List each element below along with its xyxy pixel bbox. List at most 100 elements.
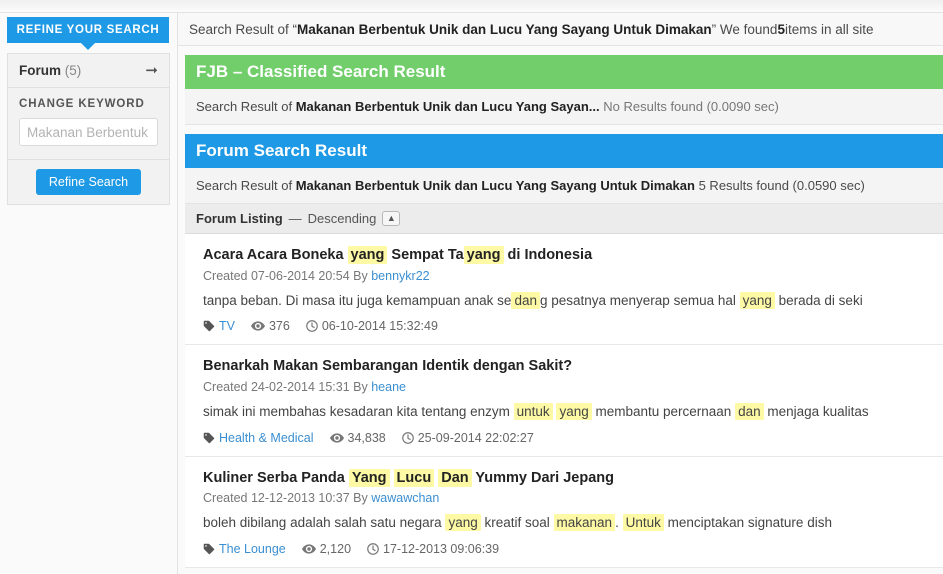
- result-snippet-text: menjaga kualitas: [763, 404, 869, 420]
- result-snippet-text: simak ini membahas kesadaran kita tentan…: [203, 404, 514, 420]
- result-snippet-highlight: dan: [511, 291, 540, 309]
- fjb-panel-title: FJB – Classified Search Result: [196, 62, 446, 81]
- result-by-label: By: [353, 268, 368, 283]
- forum-sub-prefix: Search Result of: [196, 178, 296, 193]
- result-created-label: Created: [203, 380, 248, 395]
- fjb-panel: FJB – Classified Search Result Search Re…: [185, 55, 943, 125]
- search-summary-count: 5: [777, 21, 785, 37]
- forum-listing-separator: —: [288, 211, 302, 226]
- result-created-line: Created 24-02-2014 15:31 By heane: [203, 380, 939, 394]
- forum-listing-label: Forum Listing: [196, 211, 283, 226]
- result-author-link[interactable]: wawawchan: [371, 491, 439, 505]
- result-snippet-highlight: Untuk: [622, 514, 664, 532]
- search-summary-suffix: items in all site: [784, 21, 874, 37]
- result-title-highlight: Yang: [348, 468, 390, 487]
- result-views: 376: [250, 319, 290, 333]
- filter-panel: Forum (5) ➞ CHANGE KEYWORD Refine Search: [7, 53, 170, 205]
- arrow-right-icon: ➞: [145, 62, 158, 79]
- result-item: Kuliner Serba Panda Yang Lucu Dan Yummy …: [185, 456, 943, 569]
- forum-listing-order: Descending: [307, 211, 377, 226]
- result-title-text: di Indonesia: [503, 247, 593, 263]
- result-snippet-highlight: yang: [445, 514, 481, 532]
- result-snippet-text: tanpa beban. Di masa itu juga kemampuan …: [203, 292, 512, 308]
- result-snippet-text: menciptakan signature dish: [663, 515, 832, 531]
- result-snippet-highlight: yang: [556, 403, 592, 421]
- result-meta: TV 376 06-10-2014 15:32:49: [203, 319, 939, 333]
- result-views: 2,120: [301, 542, 352, 557]
- result-title[interactable]: Kuliner Serba Panda Yang Lucu Dan Yummy …: [203, 468, 939, 489]
- filter-forum-count: (5): [64, 63, 82, 78]
- result-views: 34,838: [329, 430, 386, 445]
- eye-icon: [250, 320, 265, 332]
- result-date-value: 17-12-2013 09:06:39: [383, 542, 500, 557]
- forum-panel: Forum Search Result Search Result of Mak…: [185, 134, 943, 569]
- result-title-text: Sempat Ta: [387, 247, 464, 263]
- result-date: 25-09-2014 22:02:27: [401, 431, 534, 445]
- result-meta: Health & Medical 34,838 25-09-2014 22:02:2…: [203, 431, 939, 445]
- fjb-sub-query: Makanan Berbentuk Unik dan Lucu Yang Say…: [295, 99, 600, 114]
- result-snippet-highlight: makanan: [553, 514, 616, 532]
- result-snippet-highlight: dan: [735, 403, 764, 421]
- result-title[interactable]: Acara Acara Boneka yang Sempat Ta yang di…: [203, 246, 939, 266]
- refine-search-button[interactable]: Refine Search: [35, 169, 142, 195]
- result-meta: The Lounge 2,120 17-12-2013 09:06:39: [203, 542, 939, 556]
- caret-up-icon[interactable]: ▲: [382, 211, 401, 226]
- forum-panel-header: Forum Search Result: [185, 134, 943, 168]
- result-created-line: Created 07-06-2014 20:54 By bennykr22: [203, 269, 939, 283]
- search-summary-prefix: Search Result of “: [189, 21, 298, 37]
- result-category: TV: [203, 319, 235, 333]
- result-category-link[interactable]: The Lounge: [219, 542, 286, 556]
- result-item: Acara Acara Boneka yang Sempat Ta yang di…: [185, 234, 943, 346]
- result-snippet-text: g pesatnya menyerap semua hal: [539, 292, 740, 308]
- result-snippet-text: kreatif soal: [480, 515, 554, 531]
- tag-icon: [203, 543, 215, 555]
- result-title-text: [390, 470, 394, 486]
- result-category: The Lounge: [203, 542, 286, 556]
- result-by-label: By: [353, 491, 368, 506]
- result-snippet-text: boleh dibilang adalah salah satu negara: [203, 515, 446, 531]
- result-created-label: Created: [203, 491, 248, 506]
- search-summary-query: Makanan Berbentuk Unik dan Lucu Yang Say…: [297, 21, 712, 37]
- browser-top-strip: [0, 0, 943, 13]
- forum-results-list: Acara Acara Boneka yang Sempat Ta yang di…: [185, 234, 943, 569]
- search-summary-bar: Search Result of “Makanan Berbentuk Unik…: [178, 13, 943, 46]
- forum-sub-status: 5 Results found (0.0590 sec): [698, 178, 865, 193]
- result-snippet-text: berada di seki: [774, 292, 863, 308]
- result-title-highlight: Dan: [438, 468, 472, 487]
- result-title-text: Acara Acara Boneka: [203, 247, 348, 263]
- keyword-input[interactable]: [19, 118, 158, 146]
- result-views-count: 2,120: [319, 542, 352, 557]
- result-snippet: tanpa beban. Di masa itu juga kemampuan …: [203, 291, 939, 311]
- result-category-link[interactable]: Health & Medical: [219, 431, 314, 445]
- refine-your-search-tab[interactable]: REFINE YOUR SEARCH: [7, 17, 169, 43]
- filter-row-forum-label: Forum (5): [19, 63, 81, 78]
- refine-search-button-wrap: Refine Search: [8, 160, 169, 204]
- result-snippet-text: .: [615, 515, 623, 531]
- filter-row-forum[interactable]: Forum (5) ➞: [8, 54, 169, 88]
- clock-icon: [305, 320, 318, 333]
- tab-pointer-arrow: [81, 43, 95, 50]
- eye-icon: [301, 543, 316, 555]
- result-item: Benarkah Makan Sembarangan Identik denga…: [185, 345, 943, 457]
- forum-panel-title: Forum Search Result: [196, 141, 367, 160]
- result-category-link[interactable]: TV: [219, 319, 235, 333]
- result-created-date: 24-02-2014 15:31: [250, 380, 350, 395]
- result-snippet: simak ini membahas kesadaran kita tentan…: [203, 403, 939, 422]
- result-title-text: Yummy Dari Jepang: [471, 469, 614, 486]
- fjb-panel-header: FJB – Classified Search Result: [185, 55, 943, 89]
- tag-icon: [203, 432, 215, 444]
- result-views-count: 34,838: [347, 430, 386, 445]
- result-created-date: 07-06-2014 20:54: [250, 268, 350, 283]
- fjb-sub-status: No Results found (0.0090 sec): [603, 99, 779, 114]
- change-keyword-block: CHANGE KEYWORD: [8, 88, 169, 160]
- clock-icon: [367, 543, 379, 556]
- result-title[interactable]: Benarkah Makan Sembarangan Identik denga…: [203, 357, 939, 377]
- result-title-highlight: Lucu: [393, 468, 435, 487]
- search-results-page: REFINE YOUR SEARCH Forum (5) ➞ CHANGE KE…: [0, 0, 943, 574]
- fjb-panel-subtitle: Search Result of Makanan Berbentuk Unik …: [185, 89, 943, 125]
- filter-forum-name: Forum: [19, 63, 61, 78]
- forum-listing-bar: Forum Listing — Descending ▲: [185, 204, 943, 234]
- result-author-link[interactable]: heane: [371, 380, 406, 394]
- main-content: Search Result of “Makanan Berbentuk Unik…: [178, 13, 943, 574]
- result-author-link[interactable]: bennykr22: [371, 269, 429, 283]
